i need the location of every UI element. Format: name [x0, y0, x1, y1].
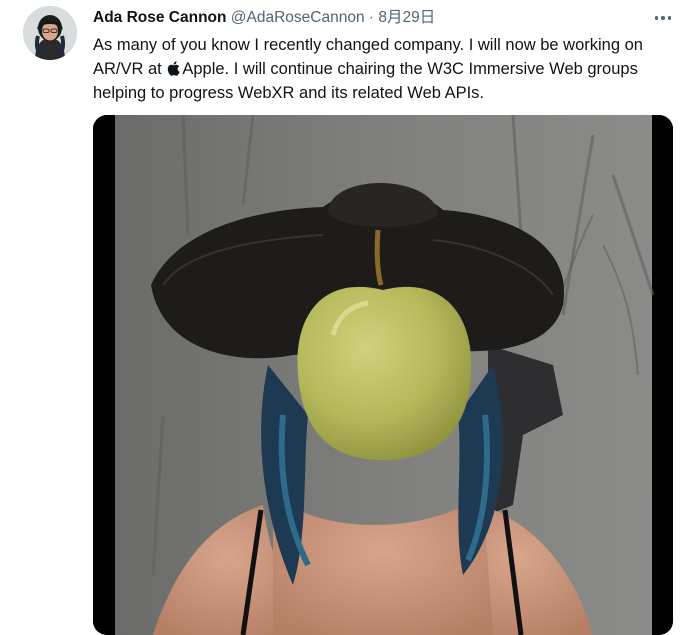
- tweet-date[interactable]: 8月29日: [378, 9, 435, 26]
- author-name[interactable]: Ada Rose Cannon: [93, 9, 226, 26]
- tweet-text: As many of you know I recently changed c…: [93, 33, 683, 105]
- tweet-photo[interactable]: [93, 115, 673, 635]
- avatar[interactable]: [23, 6, 77, 60]
- apple-logo-icon: [168, 61, 180, 76]
- avatar-image: [23, 6, 77, 60]
- ellipsis-icon[interactable]: [646, 7, 680, 29]
- tweet-header: Ada Rose Cannon @AdaRoseCannon · 8月29日: [93, 8, 660, 28]
- photo-image: [93, 115, 673, 635]
- separator-dot: ·: [368, 9, 375, 26]
- tweet[interactable]: Ada Rose Cannon @AdaRoseCannon · 8月29日 A…: [0, 0, 700, 635]
- author-handle[interactable]: @AdaRoseCannon: [231, 9, 365, 26]
